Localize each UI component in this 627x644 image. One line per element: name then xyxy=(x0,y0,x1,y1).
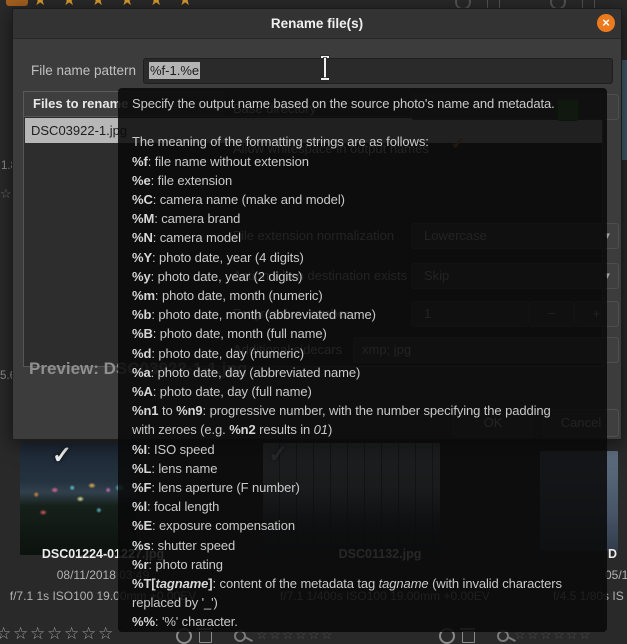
left-edge-star-fragment: ☆ xyxy=(0,186,12,201)
trash-icon[interactable] xyxy=(460,628,475,643)
tooltip-line: %d: photo date, day (numeric) xyxy=(132,345,304,361)
tooltip-line: %I: ISO speed xyxy=(132,441,215,457)
tooltip-line: %C: camera name (make and model) xyxy=(132,192,345,207)
tooltip-line: %n1 to %n9: progressive number, with the… xyxy=(132,403,551,419)
tooltip-line: with zeroes (e.g. %n2 results in 01) xyxy=(132,422,333,438)
star-icon[interactable]: ☆ xyxy=(81,624,96,644)
trash-icon[interactable] xyxy=(197,628,212,643)
tooltip-line: %A: photo date, day (full name) xyxy=(132,384,312,400)
tooltip-line: %L: lens name xyxy=(132,460,218,476)
tooltip-line: %e: file extension xyxy=(132,172,233,188)
tooltip-line: replaced by '_') xyxy=(132,595,218,611)
ibeam-cursor xyxy=(320,56,330,80)
star-icon[interactable]: ☆ xyxy=(30,624,45,644)
tooltip-line: %T[tagname]: content of the metadata tag… xyxy=(132,576,562,592)
format-strings-tooltip: Specify the output name based on the sou… xyxy=(118,88,607,632)
tooltip-line: The meaning of the formatting strings ar… xyxy=(132,134,429,150)
tooltip-line: %y: photo date, year (2 digits) xyxy=(132,268,303,284)
dialog-title: Rename file(s) xyxy=(270,16,364,31)
tooltip-line: %f: file name without extension xyxy=(132,153,309,169)
tooltip-line: %%: '%' character. xyxy=(132,614,238,630)
screen: ★★★★★★ 1.8 ☆ 5.6 ✓ ✓ DSC01224-01227.jpg … xyxy=(0,0,627,644)
selected-check-icon: ✓ xyxy=(52,442,73,469)
dialog-titlebar[interactable]: Rename file(s) × xyxy=(13,9,621,39)
star-icon[interactable]: ☆ xyxy=(98,624,113,644)
tooltip-line: %E: exposure compensation xyxy=(132,518,295,534)
tooltip-line xyxy=(132,113,593,132)
selected-text: %f-1.%e xyxy=(149,62,201,79)
tooltip-line: %r: photo rating xyxy=(132,556,223,572)
close-icon[interactable]: × xyxy=(597,14,615,32)
thumbnail-filename-fragment: D xyxy=(608,547,618,561)
tooltip-line: %l: focal length xyxy=(132,499,220,515)
star-icon[interactable]: ☆ xyxy=(47,624,62,644)
tooltip-line: Specify the output name based on the sou… xyxy=(132,96,555,111)
star-icon[interactable]: ☆ xyxy=(13,624,28,644)
tooltip-line: %s: shutter speed xyxy=(132,537,236,553)
tooltip-line: %b: photo date, month (abbreviated name) xyxy=(132,307,376,323)
top-edge-icon-fragment xyxy=(6,0,28,6)
tooltip-line: %Y: photo date, year (4 digits) xyxy=(132,249,304,265)
thumbnail-date-fragment: 05/1 xyxy=(605,568,627,582)
star-icon[interactable]: ☆ xyxy=(64,624,79,644)
tooltip-line: %F: lens aperture (F number) xyxy=(132,480,300,496)
pattern-label: File name pattern xyxy=(31,63,137,78)
tooltip-line: %a: photo date, day (abbreviated name) xyxy=(132,364,361,380)
tooltip-line: %B: photo date, month (full name) xyxy=(132,326,327,342)
tooltip-line: %M: camera brand xyxy=(132,211,241,227)
tooltip-line: %m: photo date, month (numeric) xyxy=(132,288,323,304)
star-icon[interactable]: ☆ xyxy=(0,624,11,644)
tooltip-line: %N: camera model xyxy=(132,230,241,246)
pattern-input[interactable]: %f-1.%e xyxy=(143,58,613,84)
